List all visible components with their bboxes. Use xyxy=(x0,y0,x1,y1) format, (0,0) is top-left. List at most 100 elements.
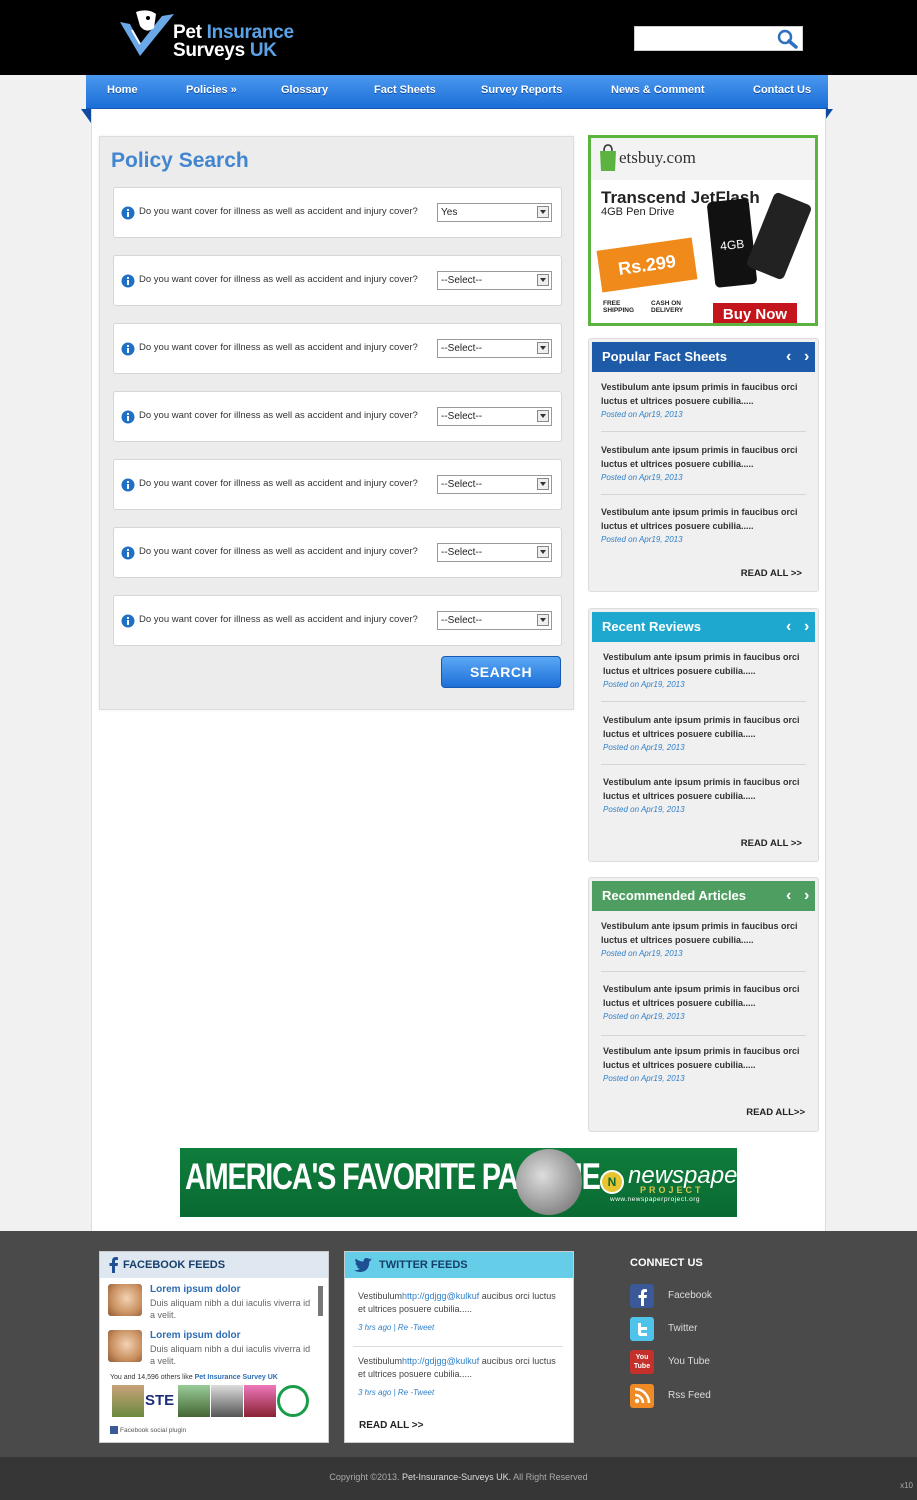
twitter-feed-box: TWITTER FEEDS Vestibulumhttp://gdjgg@kul… xyxy=(344,1251,574,1443)
twitter-icon xyxy=(630,1317,654,1341)
list-item[interactable]: Vestibulum ante ipsum primis in faucibus… xyxy=(601,505,806,546)
fan-avatar[interactable]: STE xyxy=(145,1385,177,1417)
post-text: Duis aliquam nibh a dui iaculis viverra … xyxy=(150,1298,311,1320)
widget-popular-fact-sheets: Popular Fact Sheets ‹ › Vestibulum ante … xyxy=(588,338,819,592)
nav-ribbon-left xyxy=(81,109,91,123)
chevron-left-icon[interactable]: ‹ xyxy=(786,342,791,372)
chevron-down-icon xyxy=(537,614,549,626)
nav-item-contact-us[interactable]: Contact Us xyxy=(753,84,811,96)
fan-avatar[interactable] xyxy=(178,1385,210,1417)
list-item[interactable]: Vestibulum ante ipsum primis in faucibus… xyxy=(603,775,808,816)
facebook-small-icon xyxy=(110,1426,118,1434)
logo-mark-icon xyxy=(120,10,174,56)
list-item[interactable]: Vestibulum ante ipsum primis in faucibus… xyxy=(601,443,806,484)
search-button[interactable]: SEARCH xyxy=(441,656,561,688)
banner-ad[interactable]: AMERICA'S FAVORITE PASTIME N newspaper P… xyxy=(180,1148,737,1217)
social-label: Rss Feed xyxy=(668,1390,711,1401)
tweet-link[interactable]: http://gdjgg@kulkuf xyxy=(402,1291,479,1301)
policy-search-panel: Policy Search Do you want cover for illn… xyxy=(99,136,574,710)
read-all-link[interactable]: READ ALL>> xyxy=(746,1107,805,1118)
policy-question: Do you want cover for illness as well as… xyxy=(113,459,562,510)
rss-icon xyxy=(630,1384,654,1408)
nav-item-glossary[interactable]: Glossary xyxy=(281,84,328,96)
read-all-link[interactable]: READ ALL >> xyxy=(741,838,802,849)
select-value: --Select-- xyxy=(441,411,483,422)
question-text: Do you want cover for illness as well as… xyxy=(139,614,418,625)
answer-select[interactable]: --Select-- xyxy=(437,611,552,630)
buy-now-button[interactable]: Buy Now xyxy=(713,303,797,323)
list-item[interactable]: Vestibulum ante ipsum primis in faucibus… xyxy=(603,650,808,691)
list-item[interactable]: Vestibulum ante ipsum primis in faucibus… xyxy=(603,713,808,754)
chevron-right-icon[interactable]: › xyxy=(804,881,809,911)
info-icon xyxy=(121,410,135,424)
cod-label: CASH ON DELIVERY xyxy=(651,300,684,314)
policy-question: Do you want cover for illness as well as… xyxy=(113,187,562,238)
list-item[interactable]: Vestibulum ante ipsum primis in faucibus… xyxy=(603,982,808,1023)
sidebar-ad[interactable]: etsbuy.com Transcend JetFlash 4GB Pen Dr… xyxy=(588,135,818,326)
site-logo[interactable]: Pet Insurance Surveys UK xyxy=(118,8,318,64)
list-item[interactable]: Vestibulum ante ipsum primis in faucibus… xyxy=(603,1044,808,1085)
facebook-icon xyxy=(630,1284,654,1308)
answer-select[interactable]: --Select-- xyxy=(437,543,552,562)
newspaper-logo-icon: N xyxy=(600,1170,624,1194)
chevron-left-icon[interactable]: ‹ xyxy=(786,881,791,911)
fan-avatar[interactable] xyxy=(244,1385,276,1417)
select-value: --Select-- xyxy=(441,275,483,286)
chevron-right-icon[interactable]: › xyxy=(804,612,809,642)
facebook-feed-title: FACEBOOK FEEDS xyxy=(100,1252,328,1278)
question-text: Do you want cover for illness as well as… xyxy=(139,410,418,421)
read-all-link[interactable]: READ ALL >> xyxy=(359,1420,423,1431)
info-icon xyxy=(121,546,135,560)
answer-select[interactable]: Yes xyxy=(437,203,552,222)
question-text: Do you want cover for illness as well as… xyxy=(139,342,418,353)
facebook-icon xyxy=(109,1257,118,1273)
tweet-link[interactable]: http://gdjgg@kulkuf xyxy=(402,1356,479,1366)
policy-question: Do you want cover for illness as well as… xyxy=(113,527,562,578)
widget-recommended-articles: Recommended Articles ‹ › Vestibulum ante… xyxy=(588,877,819,1132)
chevron-right-icon[interactable]: › xyxy=(804,342,809,372)
banner-brand-sub: PROJECT xyxy=(640,1185,704,1195)
list-item[interactable]: Vestibulum ante ipsum primis in faucibus… xyxy=(601,919,806,960)
read-all-link[interactable]: READ ALL >> xyxy=(741,568,802,579)
nav-item-fact-sheets[interactable]: Fact Sheets xyxy=(374,84,436,96)
nav-item-policies[interactable]: Policies » xyxy=(186,84,237,96)
header-bar: Pet Insurance Surveys UK xyxy=(0,0,917,75)
divider xyxy=(601,494,806,495)
policy-question: Do you want cover for illness as well as… xyxy=(113,595,562,646)
search-icon[interactable] xyxy=(775,29,801,49)
tweet-meta[interactable]: 3 hrs ago | Re -Tweet xyxy=(358,1323,561,1332)
post-text: Duis aliquam nibh a dui iaculis viverra … xyxy=(150,1344,311,1366)
list-item[interactable]: Vestibulum ante ipsum primis in faucibus… xyxy=(601,380,806,421)
policy-question: Do you want cover for illness as well as… xyxy=(113,323,562,374)
fan-avatar[interactable] xyxy=(277,1385,309,1417)
social-label: Twitter xyxy=(668,1323,698,1334)
answer-select[interactable]: --Select-- xyxy=(437,407,552,426)
connect-title: CONNECT US xyxy=(630,1257,703,1269)
youtube-icon: You Tube xyxy=(630,1350,654,1374)
chevron-down-icon xyxy=(537,342,549,354)
answer-select[interactable]: --Select-- xyxy=(437,339,552,358)
footer: FACEBOOK FEEDS Lorem ipsum dolor Duis al… xyxy=(0,1231,917,1457)
divider xyxy=(601,1035,806,1036)
info-icon xyxy=(121,614,135,628)
policy-question: Do you want cover for illness as well as… xyxy=(113,255,562,306)
scrollbar[interactable] xyxy=(318,1286,323,1316)
search-input[interactable] xyxy=(639,30,769,47)
fan-avatar[interactable] xyxy=(211,1385,243,1417)
nav-item-home[interactable]: Home xyxy=(107,84,138,96)
social-label: You Tube xyxy=(668,1356,710,1367)
shopping-bag-icon xyxy=(600,144,616,171)
select-value: --Select-- xyxy=(441,343,483,354)
avatar xyxy=(108,1330,142,1362)
fan-avatar[interactable] xyxy=(112,1385,144,1417)
answer-select[interactable]: --Select-- xyxy=(437,271,552,290)
nav-item-survey-reports[interactable]: Survey Reports xyxy=(481,84,562,96)
tweet-meta[interactable]: 3 hrs ago | Re -Tweet xyxy=(358,1388,561,1397)
info-icon xyxy=(121,478,135,492)
chevron-down-icon xyxy=(537,206,549,218)
chevron-left-icon[interactable]: ‹ xyxy=(786,612,791,642)
nav-item-news-comment[interactable]: News & Comment xyxy=(611,84,705,96)
answer-select[interactable]: --Select-- xyxy=(437,475,552,494)
chevron-down-icon xyxy=(537,478,549,490)
facebook-plugin-label: Facebook social plugin xyxy=(110,1426,186,1434)
